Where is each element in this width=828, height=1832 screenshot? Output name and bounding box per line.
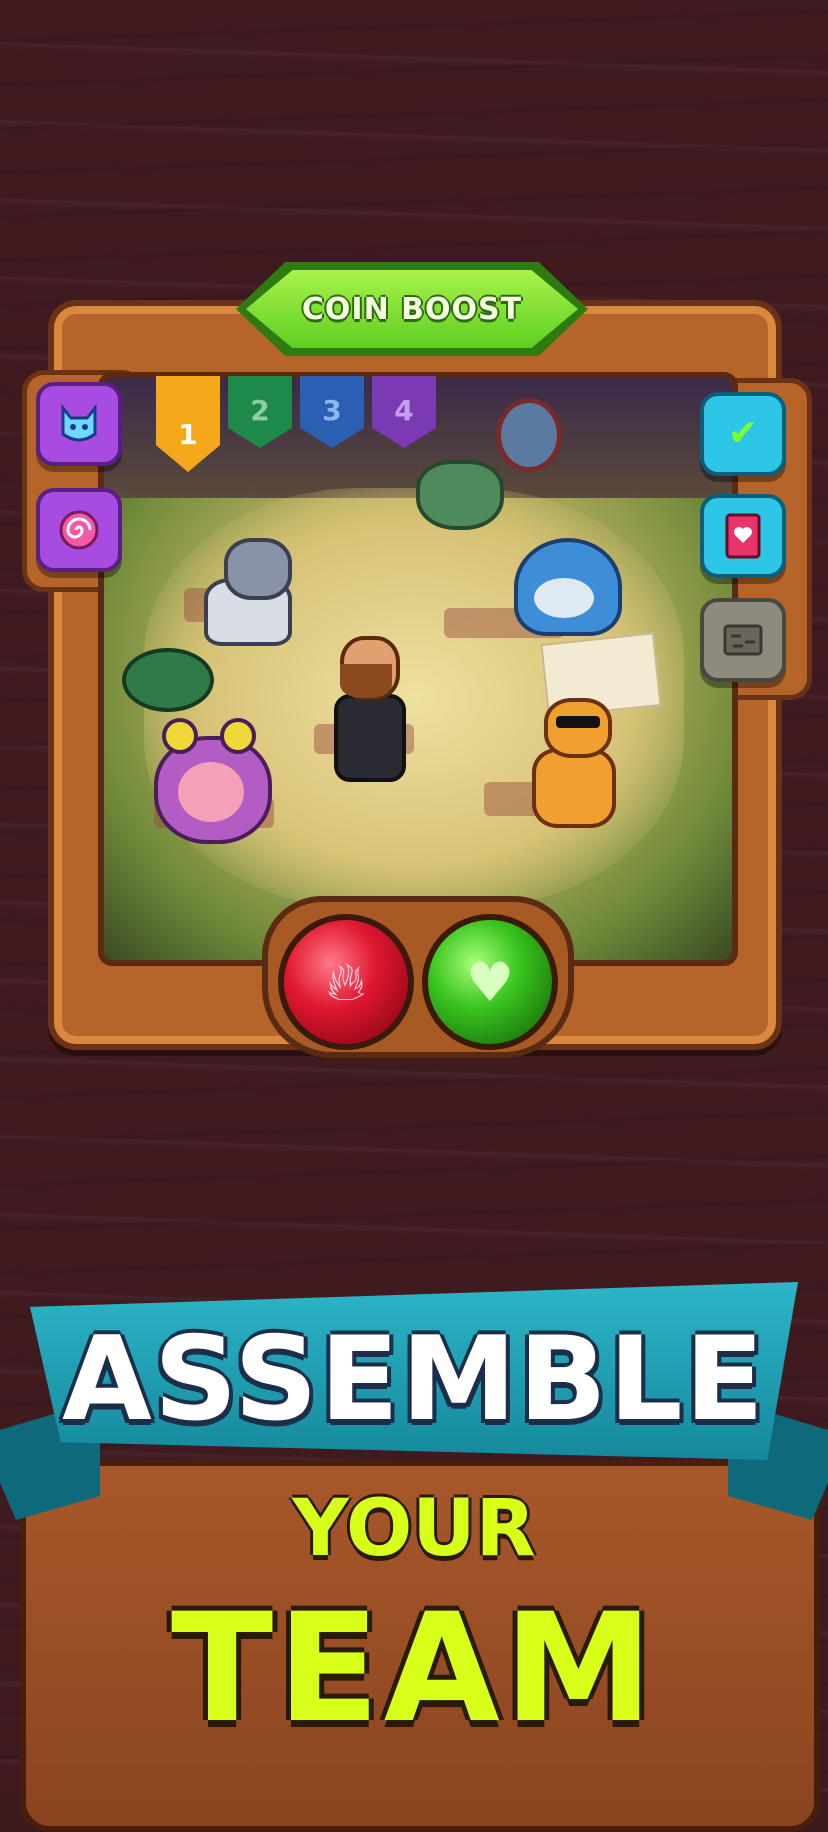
shield-decoration	[496, 398, 562, 472]
sunglasses	[556, 716, 600, 728]
fire-icon: 🔥︎	[326, 950, 366, 1013]
shark-character[interactable]	[504, 528, 624, 638]
heart-orb-button[interactable]: ♥	[422, 914, 558, 1050]
map-button[interactable]	[700, 598, 786, 682]
pink-frog-character[interactable]	[154, 718, 274, 844]
coin-boost-label: COIN BOOST	[301, 291, 523, 327]
wolf-character[interactable]	[194, 538, 294, 648]
lily-pad	[122, 648, 214, 712]
wolf-head	[224, 538, 292, 600]
giraffe-body	[532, 748, 616, 828]
swirl-button[interactable]	[36, 488, 122, 572]
checkmark-icon: ✔	[727, 413, 759, 454]
shark-belly	[534, 578, 594, 618]
frog-eye-right	[220, 718, 256, 754]
demon-face-icon	[61, 403, 97, 442]
swirl-icon	[59, 510, 99, 550]
team-tab-label: 2	[250, 394, 270, 427]
confirm-button[interactable]: ✔	[700, 392, 786, 476]
frog-eye-left	[162, 718, 198, 754]
coin-boost-inner: COIN BOOST	[246, 270, 578, 348]
frog-belly	[178, 762, 244, 822]
headline-your: YOUR	[292, 1484, 536, 1574]
fire-orb-button[interactable]: 🔥︎	[278, 914, 414, 1050]
coin-boost-button[interactable]: COIN BOOST	[236, 262, 588, 356]
bearded-hero-character[interactable]	[326, 636, 406, 782]
map-icon	[723, 624, 763, 656]
hero-beard	[340, 664, 392, 698]
team-tab-label: 1	[178, 418, 198, 451]
team-tab-label: 3	[322, 394, 342, 427]
card-button[interactable]	[700, 494, 786, 578]
giraffe-character[interactable]	[514, 698, 624, 828]
heart-card-icon	[725, 513, 761, 559]
heart-icon: ♥	[465, 950, 515, 1014]
clay-pot	[416, 460, 504, 530]
hero-body	[334, 694, 406, 782]
monsters-button[interactable]	[36, 382, 122, 466]
headline-team: TEAM	[170, 1582, 658, 1756]
team-tab-label: 4	[394, 394, 414, 427]
giraffe-head	[544, 698, 612, 758]
headline-assemble: ASSEMBLE	[62, 1312, 766, 1447]
